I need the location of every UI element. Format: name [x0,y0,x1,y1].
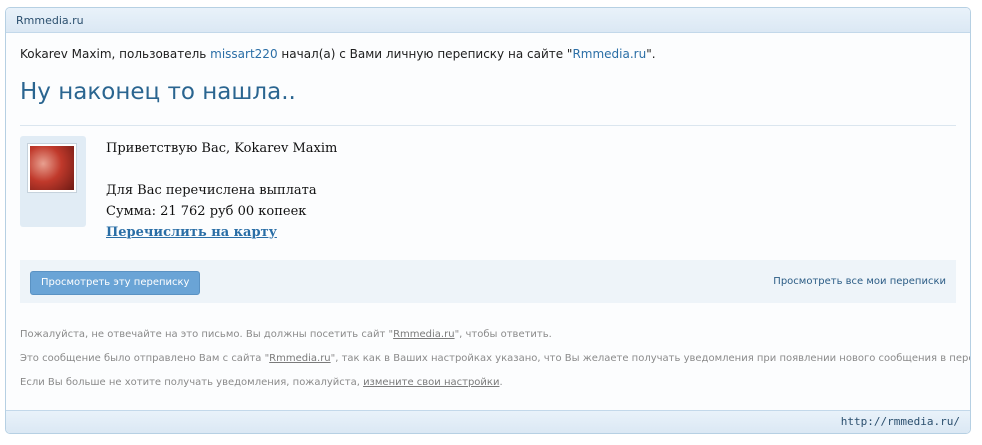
intro-text-3: ". [646,47,656,61]
footer-line-1-text-b: ", чтобы ответить. [454,329,552,340]
intro-line: Kokarev Maxim, пользователь missart220 н… [20,47,656,61]
divider [20,125,956,126]
footer-line-3-text-b: . [499,377,503,388]
footer-site-link-2[interactable]: Rmmedia.ru [269,353,330,364]
message-sum-line: Сумма: 21 762 руб 00 копеек [106,204,307,219]
message-payment-line: Для Вас перечислена выплата [106,183,317,198]
footer-line-1-text-a: Пожалуйста, не отвечайте на это письмо. … [20,329,394,340]
sender-name: Kokarev Maxim [20,47,112,61]
footer-line-2-text-a: Это сообщение было отправлено Вам с сайт… [20,353,270,364]
actions-bar: Просмотреть эту переписку Просмотреть вс… [20,260,956,303]
footer-line-3-text-a: Если Вы больше не хотите получать уведом… [20,377,364,388]
footer-line-1: Пожалуйста, не отвечайте на это письмо. … [20,323,970,347]
footer-notes: Пожалуйста, не отвечайте на это письмо. … [20,323,971,395]
username-link[interactable]: missart220 [210,47,277,61]
avatar[interactable] [27,143,77,193]
intro-text-1: , пользователь [111,47,211,61]
avatar-container [20,136,86,227]
change-settings-link[interactable]: измените свои настройки [363,377,499,388]
site-link[interactable]: Rmmedia.ru [572,47,646,61]
email-header: Rmmedia.ru [6,8,970,33]
thread-title[interactable]: Ну наконец то нашла.. [20,79,296,105]
footer-site-link-1[interactable]: Rmmedia.ru [393,329,454,340]
message-greeting: Приветствую Вас, Kokarev Maxim [106,141,338,156]
site-url-link[interactable]: http://rmmedia.ru/ [841,415,960,428]
footer-bar: http://rmmedia.ru/ [6,410,970,433]
email-frame: Rmmedia.ru Kokarev Maxim, пользователь m… [5,7,971,434]
view-all-conversations-link[interactable]: Просмотреть все мои переписки [773,276,946,287]
transfer-to-card-link[interactable]: Перечислить на карту [106,225,277,240]
site-name-label[interactable]: Rmmedia.ru [16,14,84,27]
view-conversation-button[interactable]: Просмотреть эту переписку [30,271,201,295]
message-body: Приветствую Вас, Kokarev Maxim Для Вас п… [106,138,337,243]
footer-line-2: Это сообщение было отправлено Вам с сайт… [20,347,971,371]
footer-line-3: Если Вы больше не хотите получать уведом… [20,371,970,395]
footer-line-2-text-b: ", так как в Ваших настройках указано, ч… [330,353,971,364]
avatar-image [30,146,74,190]
intro-text-2: начал(а) с Вами личную переписку на сайт… [277,47,573,61]
